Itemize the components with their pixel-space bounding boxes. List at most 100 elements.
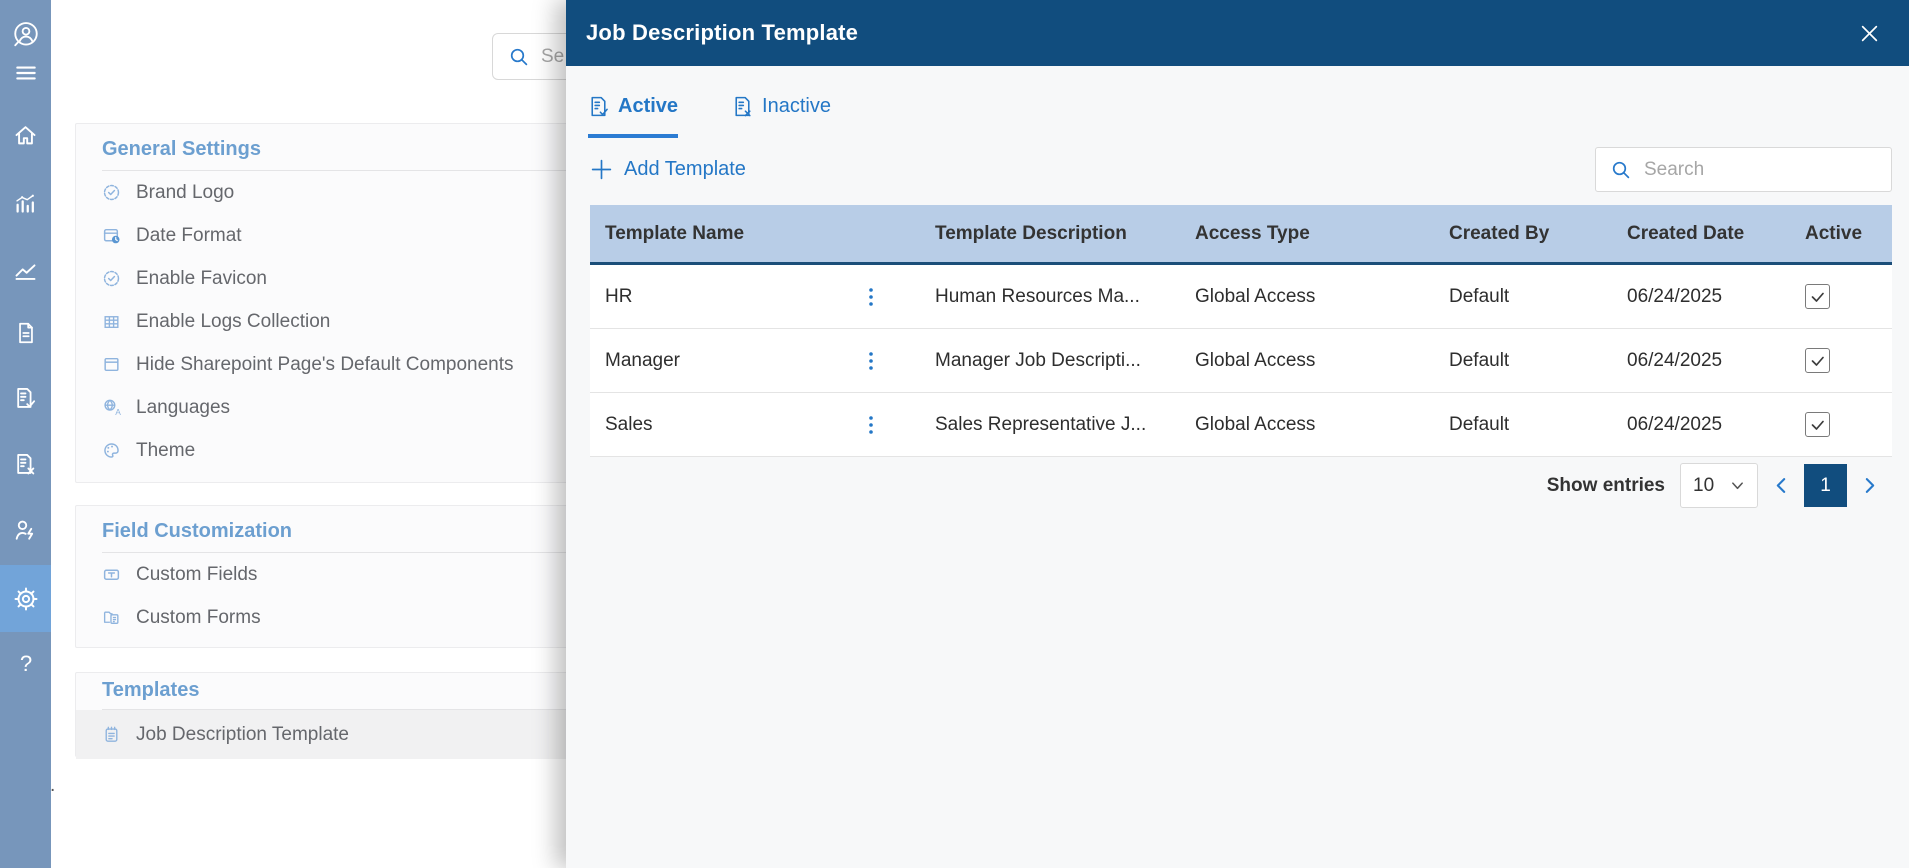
modal-body: Active Inactive Add Template Template Na… xyxy=(566,66,1909,868)
sidebar-item-settings[interactable] xyxy=(0,565,51,632)
cell-template-description: Manager Job Descripti... xyxy=(935,349,1141,371)
sidebar-item-menu[interactable] xyxy=(0,51,51,95)
check-icon xyxy=(1811,292,1824,302)
bar-chart-icon xyxy=(16,194,34,213)
column-header-created-by: Created By xyxy=(1449,222,1550,244)
templates-table: Template Name Template Description Acces… xyxy=(590,205,1892,457)
sidebar-item-documents[interactable] xyxy=(0,311,51,355)
active-checkbox[interactable] xyxy=(1805,348,1830,373)
kebab-icon xyxy=(869,351,873,370)
menu-icon xyxy=(15,66,36,80)
add-template-label: Add Template xyxy=(624,158,746,180)
sidebar-item-trends[interactable] xyxy=(0,248,51,292)
column-header-template-name: Template Name xyxy=(605,222,745,244)
logs-grid-icon xyxy=(104,316,119,328)
text-field-icon xyxy=(103,569,120,580)
table-row: Manager Manager Job Descripti... Global … xyxy=(590,329,1892,393)
document-check-icon xyxy=(17,387,36,408)
cell-created-by: Default xyxy=(1449,285,1510,307)
cell-created-date: 06/24/2025 xyxy=(1627,349,1723,371)
active-checkbox[interactable] xyxy=(1805,412,1830,437)
template-tabs: Active Inactive xyxy=(588,95,831,138)
user-bolt-icon xyxy=(15,520,33,540)
chevron-down-icon xyxy=(1732,482,1743,490)
app: ? General Settings Brand Logo Date Forma… xyxy=(0,0,1909,868)
table-header-row: Template Name Template Description Acces… xyxy=(590,205,1892,265)
settings-item-label: Theme xyxy=(136,439,196,461)
window-icon xyxy=(104,357,119,372)
chevron-left-icon xyxy=(1776,478,1786,493)
chevron-right-icon xyxy=(1865,478,1875,493)
cell-template-description: Human Resources Ma... xyxy=(935,285,1140,307)
column-header-created-date: Created Date xyxy=(1627,222,1745,244)
cell-access-type: Global Access xyxy=(1195,285,1316,307)
settings-item-label: Job Description Template xyxy=(136,723,349,745)
row-menu-button[interactable] xyxy=(862,284,880,310)
sidebar-item-analytics[interactable] xyxy=(0,180,51,224)
plus-icon xyxy=(591,159,612,180)
svg-text:A: A xyxy=(115,407,121,417)
badge-check-icon xyxy=(103,270,120,287)
calendar-clock-icon xyxy=(103,228,120,244)
tab-label: Active xyxy=(618,95,679,117)
modal-header: Job Description Template xyxy=(566,0,1909,66)
svg-text:?: ? xyxy=(19,651,31,676)
cell-created-by: Default xyxy=(1449,349,1510,371)
sidebar-item-home[interactable] xyxy=(0,113,51,157)
tab-label: Inactive xyxy=(762,95,831,117)
document-x-icon xyxy=(735,96,751,117)
page-size-select[interactable]: 10 xyxy=(1680,463,1758,508)
settings-item-label: Custom Fields xyxy=(136,563,258,585)
folder-form-icon xyxy=(103,611,119,624)
document-icon xyxy=(18,322,33,344)
column-header-access-type: Access Type xyxy=(1195,222,1310,244)
app-sidebar: ? xyxy=(0,0,51,868)
profile-avatar-icon xyxy=(13,22,38,47)
row-menu-button[interactable] xyxy=(862,348,880,374)
sidebar-item-help[interactable]: ? xyxy=(0,642,51,686)
close-icon xyxy=(1861,25,1878,41)
page-number-button[interactable]: 1 xyxy=(1804,464,1847,507)
translate-icon: A xyxy=(104,399,121,417)
modal-title: Job Description Template xyxy=(586,20,859,45)
tab-inactive[interactable]: Inactive xyxy=(732,95,831,138)
kebab-icon xyxy=(869,287,873,306)
settings-item-label: Enable Logs Collection xyxy=(136,310,331,332)
line-chart-icon xyxy=(15,263,36,280)
settings-item-label: Enable Favicon xyxy=(136,267,267,289)
gear-icon xyxy=(14,587,37,610)
badge-check-icon xyxy=(103,184,120,201)
cell-template-name: Manager xyxy=(605,349,680,371)
sidebar-item-approved-docs[interactable] xyxy=(0,376,51,420)
cell-access-type: Global Access xyxy=(1195,349,1316,371)
row-menu-button[interactable] xyxy=(862,412,880,438)
cell-created-date: 06/24/2025 xyxy=(1627,285,1723,307)
settings-item-label: Custom Forms xyxy=(136,606,261,628)
check-icon xyxy=(1811,420,1824,430)
sidebar-item-rejected-docs[interactable] xyxy=(0,442,51,486)
cell-created-date: 06/24/2025 xyxy=(1627,413,1723,435)
show-entries-label: Show entries xyxy=(1546,474,1665,496)
cell-template-name: HR xyxy=(605,285,633,307)
document-x-icon xyxy=(17,453,35,474)
palette-icon xyxy=(104,443,119,458)
document-check-icon xyxy=(591,96,608,117)
settings-item-label: Brand Logo xyxy=(136,181,235,203)
search-icon xyxy=(510,48,528,65)
template-search[interactable] xyxy=(1595,147,1892,192)
column-header-active: Active xyxy=(1805,222,1863,244)
sidebar-item-user-actions[interactable] xyxy=(0,508,51,552)
settings-item-label: Hide Sharepoint Page's Default Component… xyxy=(136,353,514,375)
template-search-input[interactable] xyxy=(1642,157,1891,182)
active-checkbox[interactable] xyxy=(1805,284,1830,309)
tab-active[interactable]: Active xyxy=(588,95,679,138)
next-page-button[interactable] xyxy=(1862,476,1878,495)
home-icon xyxy=(15,125,36,144)
cell-template-name: Sales xyxy=(605,413,653,435)
help-icon: ? xyxy=(19,651,31,676)
add-template-button[interactable]: Add Template xyxy=(590,158,746,181)
previous-page-button[interactable] xyxy=(1773,476,1789,495)
cell-created-by: Default xyxy=(1449,413,1510,435)
cell-template-description: Sales Representative J... xyxy=(935,413,1147,435)
close-button[interactable] xyxy=(1856,20,1883,47)
